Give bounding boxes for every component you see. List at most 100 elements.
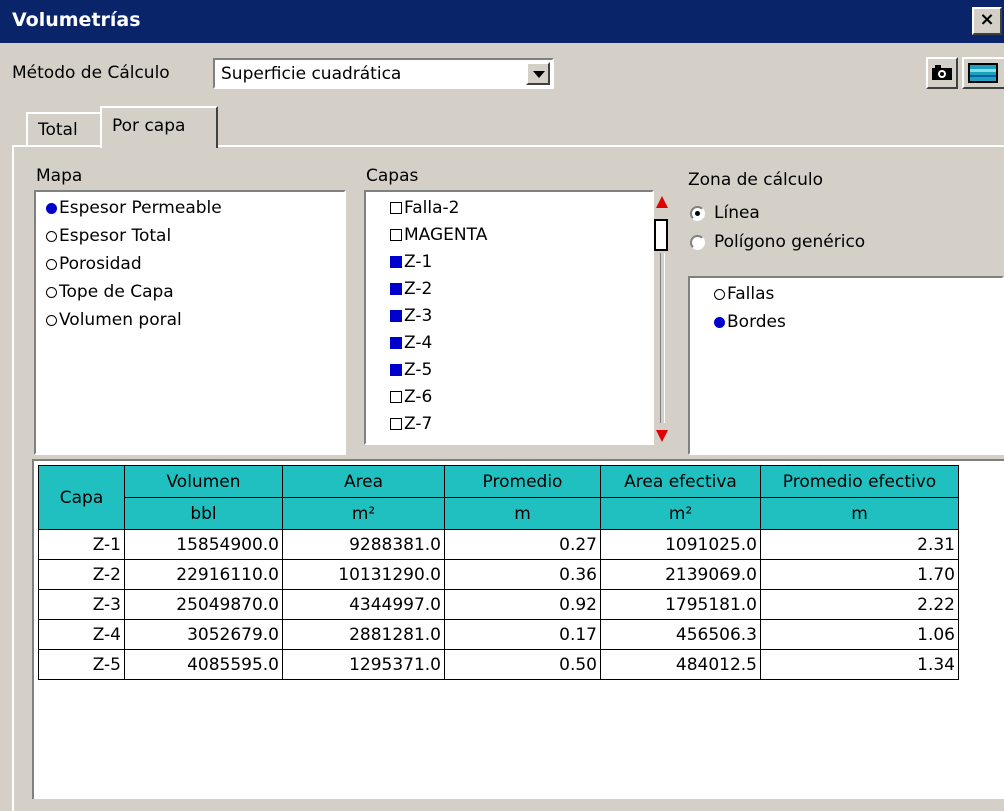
table-row[interactable]: Z-1 15854900.0 9288381.0 0.27 1091025.0 … (38, 529, 959, 560)
mapa-item-espesor-total[interactable]: Espesor Total (46, 226, 171, 246)
scroll-track[interactable] (660, 253, 665, 423)
zona-option-poligono-radio[interactable] (690, 235, 705, 250)
radio-icon (46, 258, 57, 270)
scroll-thumb[interactable] (654, 219, 668, 251)
capa-item-label: Z-3 (404, 306, 433, 326)
zona-option-linea-radio[interactable] (690, 206, 705, 221)
unit-promedio: m (444, 497, 601, 530)
capa-item-falla-2[interactable]: Falla-2 (390, 198, 459, 218)
mapa-item-espesor-permeable[interactable]: Espesor Permeable (46, 198, 222, 218)
window-title: Volumetrías (12, 9, 141, 31)
tab-total[interactable]: Total (26, 112, 102, 146)
volumetrias-window: Volumetrías × Método de Cálculo Superfic… (0, 0, 1004, 811)
capa-item-z-3[interactable]: Z-3 (390, 306, 432, 326)
header-promedio-efectivo: Promedio efectivo (760, 465, 959, 498)
capa-item-label: Z-1 (404, 252, 433, 272)
results-grid: Capa Volumen Area Promedio Area efectiva… (32, 459, 1004, 799)
cell-promedio-efectivo: 2.31 (760, 529, 959, 560)
method-select[interactable]: Superficie cuadrática (213, 58, 554, 89)
capa-item-label: Z-6 (404, 387, 433, 407)
mapa-item-label: Espesor Permeable (59, 198, 222, 218)
table-row[interactable]: Z-5 4085595.0 1295371.0 0.50 484012.5 1.… (38, 649, 959, 680)
checkbox-icon (390, 391, 402, 403)
capa-item-label: Z-2 (404, 279, 433, 299)
capa-item-magenta[interactable]: MAGENTA (390, 225, 487, 245)
mapa-item-label: Porosidad (59, 254, 142, 274)
cell-promedio-efectivo: 1.34 (760, 649, 959, 680)
mapa-list: Espesor Permeable Espesor Total Porosida… (34, 190, 346, 455)
cell-area: 10131290.0 (282, 559, 445, 590)
capa-item-z-5[interactable]: Z-5 (390, 360, 432, 380)
tab-por-capa-label: Por capa (112, 116, 186, 136)
close-icon: × (979, 9, 995, 30)
checkbox-checked-icon (390, 337, 402, 349)
capas-scrollbar[interactable] (652, 195, 672, 443)
tab-por-capa[interactable]: Por capa (100, 106, 218, 148)
cell-area: 2881281.0 (282, 619, 445, 650)
capas-list: Falla-2 MAGENTA Z-1 Z-2 Z-3 Z-4 Z-5 Z-6 … (364, 190, 654, 445)
scroll-up-icon[interactable] (656, 196, 668, 208)
capa-item-label: Z-7 (404, 414, 433, 434)
header-area-efectiva: Area efectiva (600, 465, 761, 498)
radio-icon (46, 286, 57, 298)
radio-icon (46, 314, 57, 326)
radio-dot-icon (695, 211, 700, 216)
zona-option-linea-label[interactable]: Línea (714, 203, 760, 223)
table-row[interactable]: Z-4 3052679.0 2881281.0 0.17 456506.3 1.… (38, 619, 959, 650)
mapa-item-tope-de-capa[interactable]: Tope de Capa (46, 282, 174, 302)
capa-item-z-4[interactable]: Z-4 (390, 333, 432, 353)
capa-item-z-1[interactable]: Z-1 (390, 252, 432, 272)
method-dropdown-button[interactable] (526, 62, 550, 85)
cell-volumen: 22916110.0 (124, 559, 283, 590)
tab-total-label: Total (38, 120, 78, 140)
cell-volumen: 25049870.0 (124, 589, 283, 620)
camera-button[interactable] (926, 57, 958, 89)
mapa-item-label: Espesor Total (59, 226, 172, 246)
checkbox-checked-icon (390, 256, 402, 268)
cell-capa: Z-4 (38, 619, 125, 650)
cell-promedio: 0.27 (444, 529, 601, 560)
map-view-button[interactable] (962, 57, 1004, 89)
cell-promedio-efectivo: 1.06 (760, 619, 959, 650)
checkbox-checked-icon (390, 283, 402, 295)
scroll-down-icon[interactable] (656, 430, 668, 442)
capa-item-z-2[interactable]: Z-2 (390, 279, 432, 299)
capa-item-label: Falla-2 (404, 198, 460, 218)
radio-icon (46, 230, 57, 242)
cell-capa: Z-3 (38, 589, 125, 620)
results-table: Capa Volumen Area Promedio Area efectiva… (38, 465, 959, 680)
cell-area-efectiva: 456506.3 (600, 619, 761, 650)
cell-area-efectiva: 484012.5 (600, 649, 761, 680)
radio-selected-icon (46, 202, 57, 214)
zona-item-bordes[interactable]: Bordes (714, 312, 786, 332)
cell-promedio-efectivo: 2.22 (760, 589, 959, 620)
mapa-title: Mapa (36, 166, 83, 186)
cell-capa: Z-2 (38, 559, 125, 590)
capa-item-z-6[interactable]: Z-6 (390, 387, 432, 407)
header-capa: Capa (38, 465, 125, 530)
cell-volumen: 3052679.0 (124, 619, 283, 650)
capa-item-label: Z-4 (404, 333, 433, 353)
cell-promedio: 0.92 (444, 589, 601, 620)
mapa-item-volumen-poral[interactable]: Volumen poral (46, 310, 182, 330)
cell-area-efectiva: 1795181.0 (600, 589, 761, 620)
cell-area: 9288381.0 (282, 529, 445, 560)
capa-item-z-7[interactable]: Z-7 (390, 414, 432, 434)
table-row[interactable]: Z-3 25049870.0 4344997.0 0.92 1795181.0 … (38, 589, 959, 620)
method-label: Método de Cálculo (12, 63, 170, 83)
zona-item-fallas[interactable]: Fallas (714, 284, 774, 304)
header-promedio: Promedio (444, 465, 601, 498)
cell-area-efectiva: 1091025.0 (600, 529, 761, 560)
close-button[interactable]: × (972, 7, 1002, 35)
chevron-down-icon (533, 71, 545, 78)
mapa-item-label: Volumen poral (59, 310, 182, 330)
mapa-item-label: Tope de Capa (59, 282, 174, 302)
zona-list: Fallas Bordes (688, 276, 1004, 455)
unit-promedio-efectivo: m (760, 497, 959, 530)
table-row[interactable]: Z-2 22916110.0 10131290.0 0.36 2139069.0… (38, 559, 959, 590)
header-volumen: Volumen (124, 465, 283, 498)
mapa-item-porosidad[interactable]: Porosidad (46, 254, 142, 274)
method-value: Superficie cuadrática (221, 64, 402, 84)
cell-area: 4344997.0 (282, 589, 445, 620)
zona-option-poligono-label[interactable]: Polígono genérico (714, 232, 865, 252)
